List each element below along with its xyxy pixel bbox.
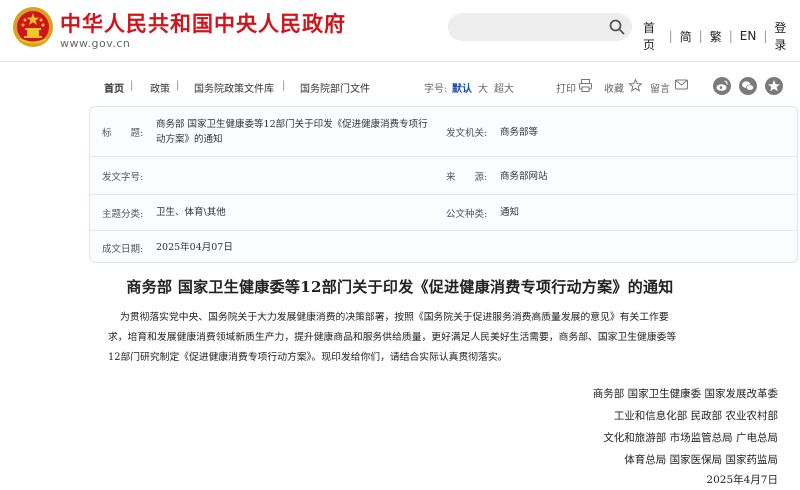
breadcrumb-policy-library[interactable]: 国务院政策文件库	[194, 80, 274, 95]
font-size-xlarge[interactable]: 超大	[494, 80, 514, 95]
star-icon[interactable]	[628, 78, 643, 93]
signature-line: 体育总局 国家医保局 国家药监局	[624, 454, 778, 466]
info-row-category: 主题分类: 卫生、体育\其他 公文种类: 通知	[90, 195, 797, 231]
breadcrumb: 首页 | 政策 | 国务院政策文件库 | 国务院部门文件 字号: 默认 大 超大…	[90, 76, 800, 98]
signature-line: 工业和信息化部 民政部 农业农村部	[613, 410, 778, 422]
info-label-doc-type: 公文种类:	[446, 209, 488, 220]
notes-label[interactable]: 留言	[650, 80, 670, 95]
signature-line: 商务部 国家卫生健康委 国家发展改革委	[592, 388, 778, 400]
qzone-share-icon[interactable]	[764, 76, 784, 96]
font-size-large[interactable]: 大	[478, 80, 488, 95]
font-size-default[interactable]: 默认	[452, 80, 472, 95]
info-value-doc-type: 通知	[500, 207, 520, 218]
favorite-label[interactable]: 收藏	[604, 80, 624, 95]
breadcrumb-department-docs[interactable]: 国务院部门文件	[300, 80, 370, 95]
article-body: 为贯彻落实党中央、国务院关于大力发展健康消费的决策部署，按照《国务院关于促进服务…	[108, 308, 792, 368]
print-icon[interactable]	[578, 78, 593, 93]
breadcrumb-separator: |	[130, 80, 134, 91]
info-row-docno: 发文字号: 来 源: 商务部网站	[90, 157, 797, 195]
nav-simplified-link[interactable]: 简	[673, 28, 699, 45]
search-input[interactable]	[458, 17, 598, 37]
search-box[interactable]	[448, 13, 632, 41]
message-icon[interactable]	[674, 78, 689, 93]
wechat-share-icon[interactable]	[738, 76, 758, 96]
info-label-date: 成文日期:	[102, 244, 144, 255]
breadcrumb-separator: |	[176, 80, 180, 91]
site-url: www.gov.cn	[60, 37, 131, 50]
nav-traditional-link[interactable]: 繁	[703, 28, 729, 45]
print-label[interactable]: 打印	[556, 80, 576, 95]
signature-line: 文化和旅游部 市场监管总局 广电总局	[603, 432, 778, 444]
article-paragraph-line: 12部门研究制定《促进健康消费专项行动方案》。现印发给你们，请结合实际认真贯彻落…	[108, 352, 508, 363]
breadcrumb-policy[interactable]: 政策	[150, 80, 170, 95]
info-value-title: 商务部 国家卫生健康委等12部门关于印发《促进健康消费专项行 动方案》的通知	[156, 119, 428, 145]
info-label-source: 来 源:	[446, 172, 488, 183]
info-label-category: 主题分类:	[102, 209, 144, 220]
nav-english-link[interactable]: EN	[733, 29, 764, 43]
top-navigation: 首页 | 简 | 繁 | EN | 登录	[636, 19, 800, 53]
info-label-issuer: 发文机关:	[446, 128, 488, 139]
info-value-issuer: 商务部等	[500, 127, 539, 138]
article-paragraph-line: 为贯彻落实党中央、国务院关于大力发展健康消费的决策部署，按照《国务院关于促进服务…	[120, 312, 669, 323]
info-value-category: 卫生、体育\其他	[156, 207, 226, 218]
nav-login-link[interactable]: 登录	[767, 19, 800, 53]
info-label-doc-number: 发文字号:	[102, 172, 144, 183]
info-value-source: 商务部网站	[500, 171, 548, 182]
font-size-label: 字号:	[424, 84, 448, 95]
nav-home-link[interactable]: 首页	[636, 19, 669, 53]
breadcrumb-home[interactable]: 首页	[104, 80, 124, 95]
national-emblem-icon[interactable]	[12, 6, 54, 48]
info-value-date: 2025年04月07日	[156, 242, 233, 253]
info-row-title: 标 题: 商务部 国家卫生健康委等12部门关于印发《促进健康消费专项行 动方案》…	[90, 107, 797, 157]
breadcrumb-separator: |	[282, 80, 286, 91]
document-info-table: 标 题: 商务部 国家卫生健康委等12部门关于印发《促进健康消费专项行 动方案》…	[89, 106, 798, 263]
weibo-share-icon[interactable]	[712, 76, 732, 96]
search-icon[interactable]	[608, 18, 626, 36]
article-paragraph-line: 求，培育和发展健康消费领域新质生产力，提升健康商品和服务供给质量，更好满足人民美…	[108, 332, 677, 343]
info-row-date: 成文日期: 2025年04月07日	[90, 231, 797, 263]
site-title[interactable]: 中华人民共和国中央人民政府	[60, 8, 346, 38]
info-label-title: 标 题:	[102, 128, 144, 139]
article-title: 商务部 国家卫生健康委等12部门关于印发《促进健康消费专项行动方案》的通知	[126, 278, 674, 296]
site-header: 中华人民共和国中央人民政府 www.gov.cn 首页 | 简 | 繁 | EN…	[0, 0, 800, 62]
signature-date: 2025年4月7日	[706, 474, 778, 486]
